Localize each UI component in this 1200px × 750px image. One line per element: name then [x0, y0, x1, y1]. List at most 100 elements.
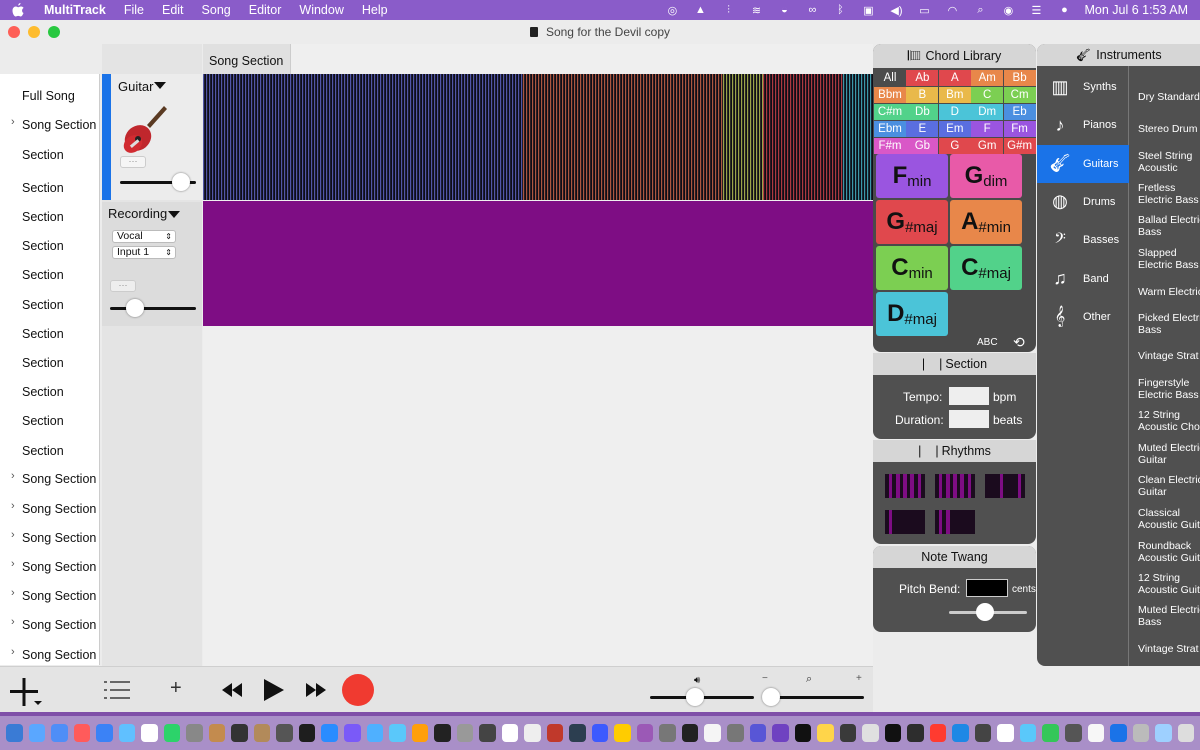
chord-card[interactable]: A #min [950, 200, 1022, 244]
track-name[interactable]: Guitar [118, 79, 153, 94]
sidebar-row[interactable]: Section [0, 325, 99, 345]
apple-icon[interactable] [12, 3, 34, 17]
add-track-button[interactable] [6, 675, 46, 709]
sidebar-row[interactable]: Section [0, 266, 99, 286]
song-section-tab[interactable]: Song Section [203, 44, 291, 74]
dock-app-icon[interactable] [997, 724, 1014, 742]
dock-app-icon[interactable] [186, 724, 203, 742]
pitch-bend-slider[interactable] [949, 602, 1027, 622]
instrument-preset[interactable]: Slapped Electric Bass [1138, 247, 1200, 271]
minimize-window-button[interactable] [28, 26, 40, 38]
slider-knob[interactable] [172, 173, 191, 191]
dock-app-icon[interactable] [546, 724, 564, 742]
instrument-preset[interactable]: Picked Electric Bass [1138, 312, 1200, 336]
dock-app-icon[interactable] [343, 724, 361, 742]
creative-cloud-icon[interactable]: ◎ [665, 4, 679, 17]
dock-app-icon[interactable] [704, 724, 721, 742]
slider-knob[interactable] [976, 603, 994, 621]
dock-app-icon[interactable] [501, 724, 519, 742]
dock-app-icon[interactable] [749, 724, 767, 742]
sidebar-row[interactable]: Section [0, 412, 99, 432]
chord-filter-chip[interactable]: D [938, 104, 971, 120]
menu-clock[interactable]: Mon Jul 6 1:53 AM [1084, 3, 1188, 17]
chord-filter-chip[interactable]: F#m [874, 138, 906, 154]
recording-track-lane[interactable] [203, 201, 873, 326]
close-window-button[interactable] [8, 26, 20, 38]
sidebar-row[interactable]: › Song Section [0, 470, 99, 490]
track-dropdown-icon[interactable] [154, 82, 166, 89]
chord-filter-chip[interactable]: Fm [1003, 121, 1036, 137]
chord-filter-chip[interactable]: F [971, 121, 1004, 137]
slider-knob[interactable] [686, 688, 705, 706]
sidebar-row[interactable]: › Song Section [0, 587, 99, 607]
chevron-right-icon[interactable]: › [11, 558, 15, 570]
dock-app-icon[interactable] [411, 724, 429, 742]
dock-app-icon[interactable] [366, 724, 384, 742]
chord-filter-chip[interactable]: Am [971, 70, 1004, 86]
chord-card[interactable]: G #maj [876, 200, 948, 244]
dock-app-icon[interactable] [569, 724, 586, 742]
chevron-right-icon[interactable]: › [11, 616, 15, 628]
chord-filter-chip[interactable]: E [906, 121, 939, 137]
menu-window[interactable]: Window [299, 3, 343, 17]
instrument-preset[interactable]: Classical Acoustic Guitar [1138, 507, 1200, 531]
sidebar-row[interactable]: Section [0, 208, 99, 228]
instrument-preset[interactable]: Ballad Electric Bass [1138, 214, 1200, 238]
wifi-icon[interactable]: ◠ [945, 4, 959, 17]
chord-filter-chip[interactable]: Eb [1003, 104, 1036, 120]
chord-card[interactable]: Fmin [876, 154, 948, 198]
chevron-right-icon[interactable]: › [11, 116, 15, 128]
dock-app-icon[interactable] [614, 724, 631, 742]
dock-app-icon[interactable] [51, 724, 68, 742]
siri-icon[interactable]: ● [1057, 4, 1071, 16]
chord-filter-chip[interactable]: C#m [874, 104, 906, 120]
source-select[interactable]: Vocal ⇕ [112, 230, 176, 243]
chord-card[interactable]: Cmin [876, 246, 948, 290]
slider-knob[interactable] [762, 688, 780, 706]
track-more-button[interactable]: ··· [110, 280, 136, 292]
chord-filter-chip[interactable]: Cm [1003, 87, 1036, 103]
dock-app-icon[interactable] [929, 724, 947, 742]
chord-filter-chip[interactable]: Db [906, 104, 939, 120]
volume-icon[interactable]: ◀) [889, 4, 903, 17]
menu-song[interactable]: Song [202, 3, 231, 17]
play-button[interactable] [262, 677, 286, 703]
zoom-window-button[interactable] [48, 26, 60, 38]
master-volume-slider[interactable] [650, 687, 754, 707]
instrument-preset[interactable]: Muted Electric Bass [1138, 604, 1200, 628]
sidebar-row[interactable]: › Song Section [0, 500, 99, 520]
instrument-preset[interactable]: Clean Electric Guitar [1138, 474, 1200, 498]
instrument-preset[interactable]: Vintage Strat [1138, 350, 1200, 362]
chord-filter-chip[interactable]: Gb [906, 138, 939, 154]
tempo-input[interactable] [949, 387, 989, 405]
chord-filter-chip[interactable]: Gm [971, 138, 1004, 154]
fast-forward-button[interactable] [304, 681, 328, 699]
rhythm-pattern[interactable] [885, 510, 926, 534]
os-icon[interactable]: ∞ [805, 4, 819, 16]
chord-filter-chip[interactable]: Bbm [874, 87, 906, 103]
instrument-category-other[interactable]: 𝄞 Other [1037, 298, 1129, 336]
user-icon[interactable]: ◉ [1001, 4, 1015, 17]
sidebar-row[interactable]: Section [0, 442, 99, 462]
sidebar-row[interactable]: Full Song [0, 87, 99, 107]
dock-app-icon[interactable] [1042, 724, 1059, 742]
chord-filter-chip[interactable]: G [938, 138, 971, 154]
sidebar-row[interactable]: Section [0, 354, 99, 374]
dock-app-icon[interactable] [276, 724, 293, 742]
sidebar-row[interactable]: Section [0, 296, 99, 316]
dock-app-icon[interactable] [253, 724, 271, 742]
track-recording-header[interactable]: Recording Vocal ⇕ Input 1 ⇕ ··· [102, 202, 202, 326]
instrument-preset[interactable]: Fretless Electric Bass [1138, 182, 1200, 206]
dock-app-icon[interactable] [591, 724, 609, 742]
dock-app-icon[interactable] [73, 724, 91, 742]
instrument-preset[interactable]: 12 String Acoustic Chorus [1138, 409, 1200, 433]
display-icon[interactable]: ▣ [861, 4, 875, 17]
dock-app-icon[interactable] [1087, 724, 1105, 742]
dock-app-icon[interactable] [479, 724, 496, 742]
track-more-button[interactable]: ··· [120, 156, 146, 168]
dock-app-icon[interactable] [163, 724, 181, 742]
sidebar-row[interactable]: › Song Section [0, 616, 99, 636]
menu-file[interactable]: File [124, 3, 144, 17]
track-name[interactable]: Recording [108, 206, 167, 221]
sidebar-row[interactable]: Section [0, 237, 99, 257]
